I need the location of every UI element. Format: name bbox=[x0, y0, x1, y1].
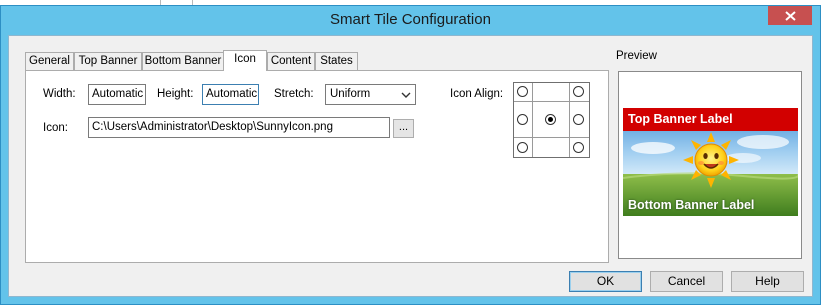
browse-button[interactable]: ... bbox=[393, 119, 414, 138]
bottom-banner: Bottom Banner Label bbox=[628, 198, 755, 212]
close-button[interactable] bbox=[768, 6, 812, 25]
tab-bottom-banner[interactable]: Bottom Banner bbox=[142, 52, 224, 70]
grid-line bbox=[514, 137, 589, 138]
align-middle-left-radio[interactable] bbox=[517, 114, 528, 125]
text-caret bbox=[258, 86, 259, 99]
tab-general[interactable]: General bbox=[25, 52, 74, 70]
width-label: Width: bbox=[43, 88, 76, 100]
title-bar[interactable]: Smart Tile Configuration bbox=[1, 6, 820, 34]
align-top-right-radio[interactable] bbox=[573, 86, 584, 97]
align-middle-right-radio[interactable] bbox=[573, 114, 584, 125]
tab-top-banner[interactable]: Top Banner bbox=[74, 52, 142, 70]
align-middle-center-radio[interactable] bbox=[545, 114, 556, 125]
grid-line bbox=[514, 101, 589, 102]
stretch-selected-value: Uniform bbox=[330, 88, 371, 100]
help-button[interactable]: Help bbox=[731, 271, 804, 292]
height-label: Height: bbox=[157, 88, 194, 100]
icon-label: Icon: bbox=[43, 122, 68, 134]
align-top-left-radio[interactable] bbox=[517, 86, 528, 97]
dialog-window: Smart Tile Configuration General Top Ban… bbox=[0, 5, 821, 305]
tab-content[interactable]: Content bbox=[267, 52, 315, 70]
chevron-down-icon bbox=[401, 92, 411, 98]
icon-path-input[interactable]: C:\Users\Administrator\Desktop\SunnyIcon… bbox=[88, 117, 390, 138]
icon-tab-panel: Width: Automatic Height: Automatic Stret… bbox=[25, 70, 609, 263]
tab-states[interactable]: States bbox=[315, 52, 358, 70]
grid-line bbox=[569, 83, 570, 157]
cancel-button[interactable]: Cancel bbox=[650, 271, 723, 292]
preview-label: Preview bbox=[616, 50, 657, 62]
stretch-select[interactable]: Uniform bbox=[325, 84, 416, 105]
tab-icon[interactable]: Icon bbox=[223, 50, 267, 71]
icon-align-grid bbox=[513, 82, 590, 158]
ok-button[interactable]: OK bbox=[569, 271, 642, 292]
grid-line bbox=[532, 83, 533, 157]
close-icon bbox=[784, 10, 796, 21]
stretch-label: Stretch: bbox=[274, 88, 314, 100]
height-input-value: Automatic bbox=[206, 88, 258, 100]
icon-align-label: Icon Align: bbox=[450, 88, 504, 100]
window-title: Smart Tile Configuration bbox=[330, 11, 491, 28]
dialog-body: General Top Banner Bottom Banner Icon Co… bbox=[8, 35, 813, 297]
top-banner: Top Banner Label bbox=[623, 108, 798, 131]
align-bottom-left-radio[interactable] bbox=[517, 142, 528, 153]
align-bottom-right-radio[interactable] bbox=[573, 142, 584, 153]
preview-box: Top Banner Label Bottom Banner Label bbox=[618, 71, 802, 259]
height-input[interactable]: Automatic bbox=[202, 84, 259, 105]
width-input[interactable]: Automatic bbox=[88, 84, 146, 105]
tile-preview: Top Banner Label Bottom Banner Label bbox=[623, 108, 798, 216]
